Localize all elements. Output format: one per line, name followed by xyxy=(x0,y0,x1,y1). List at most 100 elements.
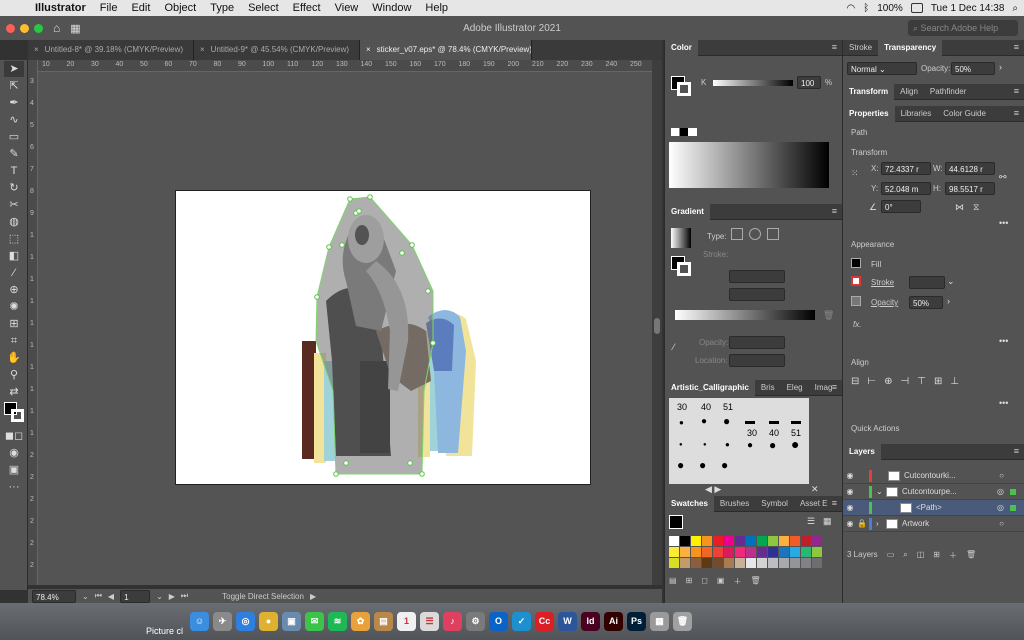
indesign-icon[interactable]: Id xyxy=(581,612,600,631)
pen-tool-icon[interactable]: ✒ xyxy=(4,95,24,111)
delete-layer-icon[interactable]: 🗑 xyxy=(966,550,976,561)
brush-dot[interactable]: ● xyxy=(791,436,799,452)
swatches-tab[interactable]: Swatches xyxy=(665,495,714,512)
photos-icon[interactable]: ✿ xyxy=(351,612,370,631)
color-swatch[interactable] xyxy=(691,536,701,546)
align-left-icon[interactable]: ⊢ xyxy=(867,376,876,387)
freeform-gradient-icon[interactable] xyxy=(767,228,779,240)
color-swatch[interactable] xyxy=(691,547,701,557)
finder-icon[interactable]: ☺ xyxy=(190,612,209,631)
menu-object[interactable]: Object xyxy=(157,2,203,14)
minimize-window-button[interactable] xyxy=(20,23,29,33)
blend-mode-select[interactable]: Normal ⌄ xyxy=(847,62,917,75)
draw-mode-icon[interactable]: ◉ xyxy=(4,445,24,461)
menu-type[interactable]: Type xyxy=(203,2,241,14)
color-swatch[interactable] xyxy=(801,558,811,568)
visibility-eye-icon[interactable]: ◉ xyxy=(843,503,857,512)
panel-menu-icon[interactable]: ≡ xyxy=(832,498,837,508)
screenshot-icon[interactable]: ▦ xyxy=(650,612,669,631)
color-swatch[interactable] xyxy=(724,536,734,546)
appearance-opacity-field[interactable]: 50% xyxy=(909,296,943,309)
color-swatch[interactable] xyxy=(713,558,723,568)
calendar-icon[interactable]: 1 xyxy=(397,612,416,631)
layer-row-selected[interactable]: ◉ <Path> ◎ xyxy=(843,500,1024,516)
clock[interactable]: Tue 1 Dec 14:38 xyxy=(931,3,1005,14)
flip-vertical-icon[interactable]: ⧖ xyxy=(973,202,979,213)
reminders-icon[interactable]: ☰ xyxy=(420,612,439,631)
layer-name[interactable]: Cutcontourki... xyxy=(904,471,956,480)
edit-toolbar-icon[interactable]: ··· xyxy=(4,479,24,495)
color-swatch[interactable] xyxy=(713,536,723,546)
zoom-tool-icon[interactable]: ⚲ xyxy=(4,367,24,383)
color-stroke-swatch[interactable] xyxy=(677,82,691,96)
visibility-eye-icon[interactable]: ◉ xyxy=(843,471,857,480)
brush-tab-bristle[interactable]: Bris xyxy=(755,380,781,396)
spotify-icon[interactable]: ≋ xyxy=(328,612,347,631)
stroke-tab[interactable]: Stroke xyxy=(843,40,878,56)
layer-row[interactable]: ◉ Cutcontourki... ○ xyxy=(843,468,1024,484)
panel-menu-icon[interactable]: ≡ xyxy=(1014,446,1019,456)
fill-stroke-widget[interactable] xyxy=(4,402,24,426)
symbols-tab[interactable]: Symbol xyxy=(755,496,794,512)
selection-indicator[interactable] xyxy=(1010,504,1016,511)
radial-gradient-icon[interactable] xyxy=(749,228,761,240)
align-bottom-icon[interactable]: ⊥ xyxy=(950,376,959,387)
color-swatch[interactable] xyxy=(757,536,767,546)
workspace-layout-icon[interactable]: ▦ xyxy=(70,22,80,35)
visibility-eye-icon[interactable]: ◉ xyxy=(843,519,857,528)
angle-field[interactable]: 0° xyxy=(881,200,921,213)
close-tab-icon[interactable]: × xyxy=(34,45,39,54)
brush-dot[interactable]: ● xyxy=(703,442,707,448)
color-swatch[interactable] xyxy=(801,547,811,557)
doc-tab-untitled-8[interactable]: × Untitled-8* @ 39.18% (CMYK/Preview) xyxy=(28,40,194,60)
color-swatch[interactable] xyxy=(735,558,745,568)
color-swatch[interactable] xyxy=(757,558,767,568)
more-options-icon[interactable]: ••• xyxy=(999,398,1008,408)
color-swatch[interactable] xyxy=(713,547,723,557)
align-center-v-icon[interactable]: ⊞ xyxy=(934,376,942,387)
close-tab-icon[interactable]: × xyxy=(200,45,205,54)
search-icon[interactable]: ⌕ xyxy=(1012,3,1018,14)
blend-tool-icon[interactable]: ⊕ xyxy=(4,282,24,298)
properties-tab[interactable]: Properties xyxy=(843,105,895,122)
warp-tool-icon[interactable]: ◍ xyxy=(4,214,24,230)
panel-menu-icon[interactable]: ≡ xyxy=(832,42,837,52)
status-arrow-icon[interactable]: ▶ xyxy=(310,592,316,601)
preview-icon[interactable]: ▣ xyxy=(282,612,301,631)
gradient-location-field[interactable] xyxy=(729,354,785,367)
rotate-tool-icon[interactable]: ↻ xyxy=(4,180,24,196)
w-field[interactable]: 44.6128 r xyxy=(945,162,995,175)
color-swatch[interactable] xyxy=(691,558,701,568)
close-window-button[interactable] xyxy=(6,23,15,33)
stroke-link[interactable]: Stroke xyxy=(871,278,894,287)
selection-indicator[interactable] xyxy=(1010,488,1016,495)
panel-menu-icon[interactable]: ≡ xyxy=(1014,42,1019,52)
menu-select[interactable]: Select xyxy=(241,2,286,14)
reference-point-icon[interactable]: ⁙ xyxy=(851,168,859,179)
gradient-tool-icon[interactable]: ◧ xyxy=(4,248,24,264)
swatch-libraries-icon[interactable]: ▤ xyxy=(669,576,677,587)
settings-icon[interactable]: ⚙ xyxy=(466,612,485,631)
target-icon[interactable]: ◎ xyxy=(997,487,1004,496)
color-swatch[interactable] xyxy=(779,547,789,557)
type-tool-icon[interactable]: T xyxy=(4,163,24,179)
color-panel-tab[interactable]: Color xyxy=(665,39,698,56)
new-layer-icon[interactable]: ＋ xyxy=(949,550,957,561)
chrome-icon[interactable]: ● xyxy=(259,612,278,631)
align-top-icon[interactable]: ⊤ xyxy=(917,376,926,387)
symbol-sprayer-icon[interactable]: ✺ xyxy=(4,299,24,315)
zoom-window-button[interactable] xyxy=(34,23,43,33)
brush-prev-icon[interactable]: ◀ ▶ xyxy=(705,484,721,495)
brush-dot[interactable]: ▬ xyxy=(769,416,779,427)
direct-selection-tool-icon[interactable]: ⇱ xyxy=(4,78,24,94)
first-artboard-icon[interactable]: ⏮ xyxy=(95,591,102,601)
scroll-thumb[interactable] xyxy=(654,318,660,334)
color-swatch[interactable] xyxy=(669,558,679,568)
illustrator-icon[interactable]: Ai xyxy=(604,612,623,631)
k-slider[interactable] xyxy=(713,80,793,86)
brush-dot[interactable]: ● xyxy=(723,414,730,428)
make-clipping-mask-icon[interactable]: ◫ xyxy=(917,550,925,561)
brush-dot[interactable]: ● xyxy=(699,458,706,472)
brush-dot[interactable]: ● xyxy=(679,418,684,427)
color-group-icon[interactable]: ▣ xyxy=(717,576,725,587)
